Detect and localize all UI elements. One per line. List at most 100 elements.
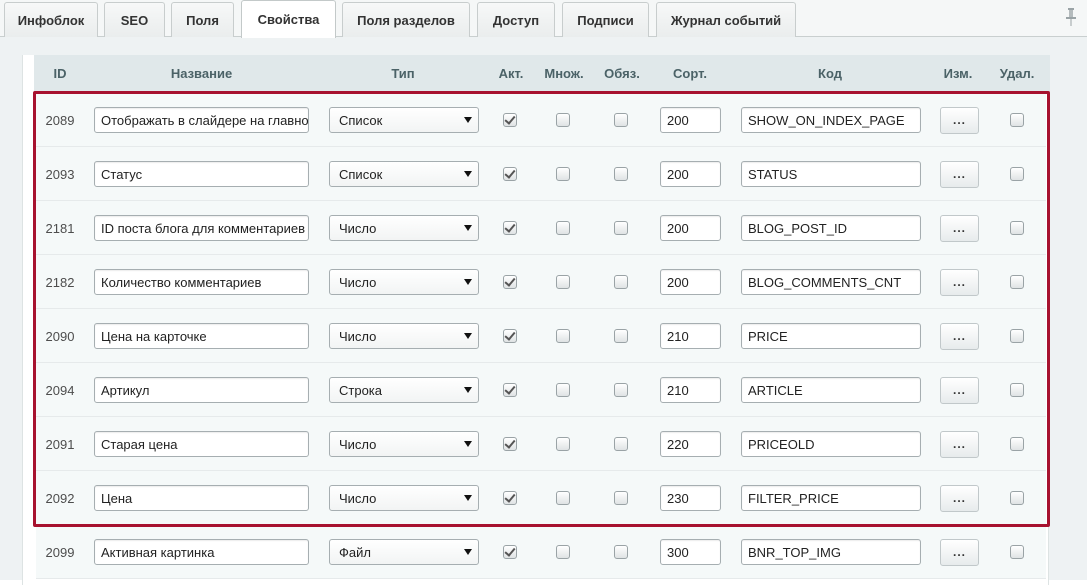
active-checkbox[interactable]: [503, 167, 517, 181]
col-code: Код: [818, 66, 842, 81]
code-input[interactable]: BLOG_COMMENTS_CNT: [741, 269, 921, 295]
sort-input[interactable]: 220: [660, 431, 721, 457]
required-checkbox[interactable]: [614, 329, 628, 343]
edit-property-button[interactable]: ...: [940, 160, 979, 188]
tab-access[interactable]: Доступ: [477, 2, 555, 37]
sort-input[interactable]: 200: [660, 161, 721, 187]
code-input[interactable]: ARTICLE: [741, 377, 921, 403]
required-checkbox[interactable]: [614, 491, 628, 505]
edit-property-button[interactable]: ...: [940, 268, 979, 296]
property-id: 2094: [45, 382, 75, 398]
edit-property-button[interactable]: ...: [940, 322, 979, 350]
code-input[interactable]: PRICEOLD: [741, 431, 921, 457]
edit-property-button[interactable]: ...: [940, 214, 979, 242]
property-name-input[interactable]: Цена на карточке: [94, 323, 309, 349]
sort-input[interactable]: 300: [660, 539, 721, 565]
code-input[interactable]: PRICE: [741, 323, 921, 349]
pin-icon[interactable]: [1065, 8, 1077, 26]
edit-property-button[interactable]: ...: [940, 430, 979, 458]
table-row: 2182 Количество комментариев Число 200 BLOG_…: [36, 255, 1046, 309]
multiple-checkbox[interactable]: [556, 545, 570, 559]
active-checkbox[interactable]: [503, 437, 517, 451]
property-type-select[interactable]: Список: [329, 107, 479, 133]
tab-event-log[interactable]: Журнал событий: [656, 2, 796, 37]
tab-section-fields[interactable]: Поля разделов: [342, 2, 470, 37]
multiple-checkbox[interactable]: [556, 221, 570, 235]
property-type-select[interactable]: Число: [329, 431, 479, 457]
delete-checkbox[interactable]: [1010, 275, 1024, 289]
edit-property-button[interactable]: ...: [940, 106, 979, 134]
property-name-input[interactable]: Артикул: [94, 377, 309, 403]
edit-property-button[interactable]: ...: [940, 484, 979, 512]
property-name-input[interactable]: Статус: [94, 161, 309, 187]
property-name-input[interactable]: Количество комментариев: [94, 269, 309, 295]
sort-input[interactable]: 200: [660, 215, 721, 241]
active-checkbox[interactable]: [503, 221, 517, 235]
active-checkbox[interactable]: [503, 545, 517, 559]
multiple-checkbox[interactable]: [556, 383, 570, 397]
property-type-select[interactable]: Число: [329, 485, 479, 511]
delete-checkbox[interactable]: [1010, 491, 1024, 505]
delete-checkbox[interactable]: [1010, 545, 1024, 559]
table-row: 2091 Старая цена Число 220 PRICEOLD...: [36, 417, 1046, 471]
delete-checkbox[interactable]: [1010, 329, 1024, 343]
active-checkbox[interactable]: [503, 383, 517, 397]
property-type-select[interactable]: Строка: [329, 377, 479, 403]
sort-input[interactable]: 200: [660, 107, 721, 133]
active-checkbox[interactable]: [503, 275, 517, 289]
property-type-select[interactable]: Число: [329, 269, 479, 295]
delete-checkbox[interactable]: [1010, 113, 1024, 127]
code-input[interactable]: SHOW_ON_INDEX_PAGE: [741, 107, 921, 133]
property-id: 2091: [45, 436, 75, 452]
required-checkbox[interactable]: [614, 167, 628, 181]
delete-checkbox[interactable]: [1010, 221, 1024, 235]
edit-property-button[interactable]: ...: [940, 376, 979, 404]
active-checkbox[interactable]: [503, 491, 517, 505]
property-name-input[interactable]: Активная картинка: [94, 539, 309, 565]
property-id: 2182: [45, 274, 75, 290]
code-input[interactable]: BNR_TOP_IMG: [741, 539, 921, 565]
dropdown-arrow-icon: [464, 279, 472, 285]
property-type-select[interactable]: Список: [329, 161, 479, 187]
delete-checkbox[interactable]: [1010, 437, 1024, 451]
code-input[interactable]: BLOG_POST_ID: [741, 215, 921, 241]
tab-infoblock[interactable]: Инфоблок: [4, 2, 98, 37]
sort-input[interactable]: 200: [660, 269, 721, 295]
active-checkbox[interactable]: [503, 113, 517, 127]
delete-checkbox[interactable]: [1010, 383, 1024, 397]
property-type-select[interactable]: Число: [329, 215, 479, 241]
table-row: 2089 Отображать в слайдере на главной Спис…: [36, 93, 1046, 147]
sort-input[interactable]: 230: [660, 485, 721, 511]
multiple-checkbox[interactable]: [556, 437, 570, 451]
sort-input[interactable]: 210: [660, 323, 721, 349]
required-checkbox[interactable]: [614, 545, 628, 559]
sort-input[interactable]: 210: [660, 377, 721, 403]
tab-seo[interactable]: SEO: [104, 2, 165, 37]
delete-checkbox[interactable]: [1010, 167, 1024, 181]
required-checkbox[interactable]: [614, 113, 628, 127]
multiple-checkbox[interactable]: [556, 491, 570, 505]
required-checkbox[interactable]: [614, 221, 628, 235]
property-type-select[interactable]: Число: [329, 323, 479, 349]
code-input[interactable]: STATUS: [741, 161, 921, 187]
active-checkbox[interactable]: [503, 329, 517, 343]
tab-fields[interactable]: Поля: [171, 2, 234, 37]
multiple-checkbox[interactable]: [556, 167, 570, 181]
property-name-input[interactable]: Отображать в слайдере на главной: [94, 107, 309, 133]
code-input[interactable]: FILTER_PRICE: [741, 485, 921, 511]
multiple-checkbox[interactable]: [556, 113, 570, 127]
multiple-checkbox[interactable]: [556, 275, 570, 289]
property-name-input[interactable]: Старая цена: [94, 431, 309, 457]
property-name-input[interactable]: ID поста блога для комментариев: [94, 215, 309, 241]
required-checkbox[interactable]: [614, 383, 628, 397]
tab-captions[interactable]: Подписи: [562, 2, 649, 37]
dropdown-arrow-icon: [464, 495, 472, 501]
required-checkbox[interactable]: [614, 275, 628, 289]
multiple-checkbox[interactable]: [556, 329, 570, 343]
col-type: Тип: [391, 66, 415, 81]
edit-property-button[interactable]: ...: [940, 538, 979, 566]
property-type-select[interactable]: Файл: [329, 539, 479, 565]
tab-properties[interactable]: Свойства: [241, 0, 336, 38]
property-name-input[interactable]: Цена: [94, 485, 309, 511]
required-checkbox[interactable]: [614, 437, 628, 451]
